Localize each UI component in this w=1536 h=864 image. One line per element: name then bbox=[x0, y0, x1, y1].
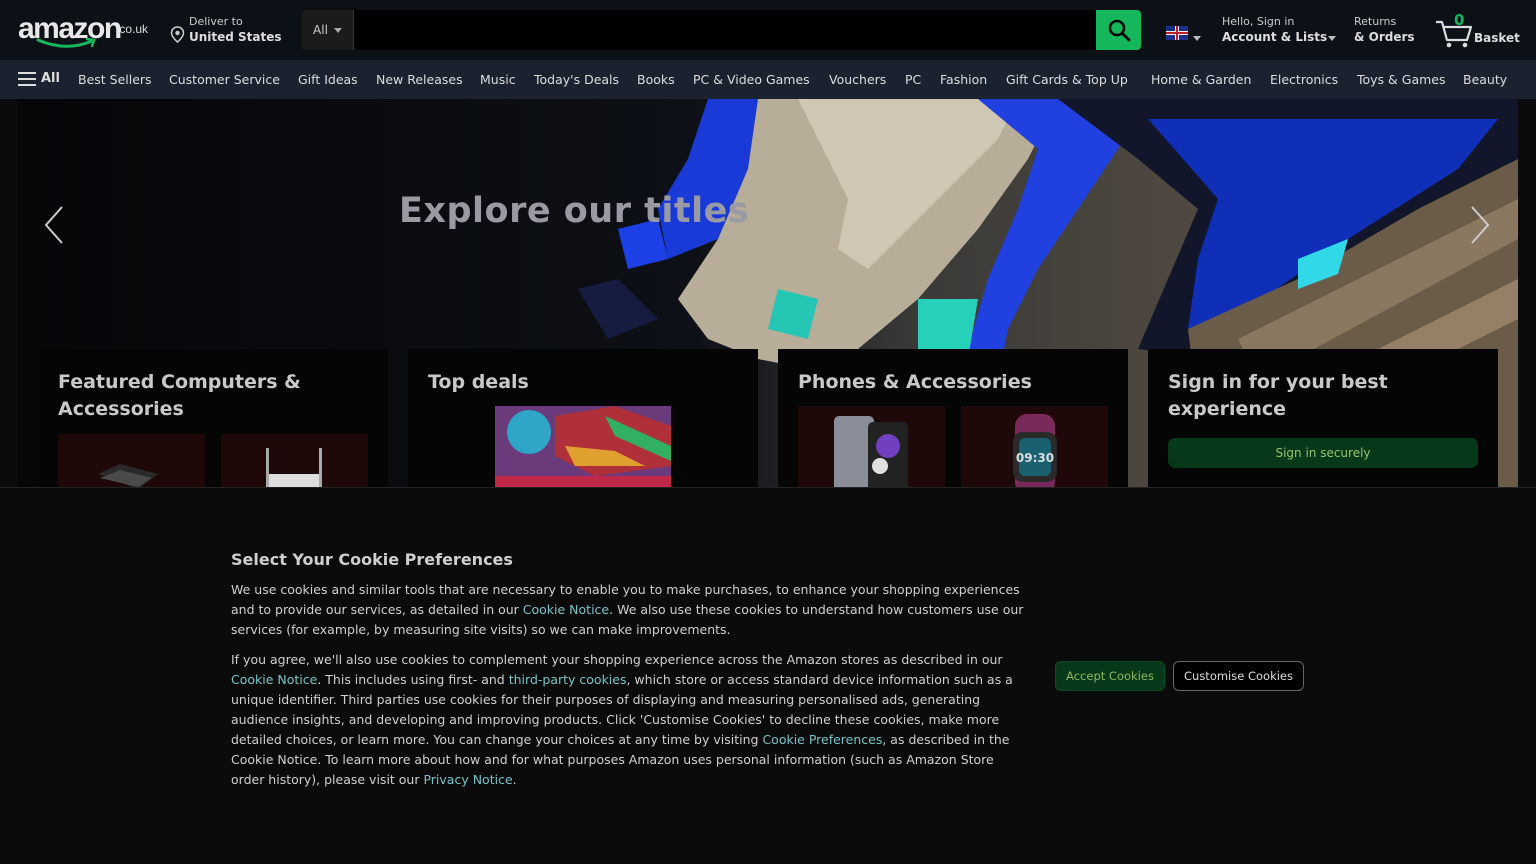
nav-item-books[interactable]: Books bbox=[637, 72, 675, 87]
svg-text:09:30: 09:30 bbox=[1016, 451, 1054, 465]
chevron-down-icon bbox=[1328, 36, 1336, 41]
returns-and-orders[interactable]: Returns & Orders bbox=[1354, 14, 1424, 48]
accept-cookies-button[interactable]: Accept Cookies bbox=[1055, 661, 1165, 691]
privacy-notice-link[interactable]: Privacy Notice bbox=[423, 772, 512, 787]
language-selector[interactable] bbox=[1166, 24, 1204, 44]
nav-item-electronics[interactable]: Electronics bbox=[1270, 72, 1338, 87]
chevron-down-icon bbox=[1193, 36, 1201, 41]
cookie-notice-link[interactable]: Cookie Notice bbox=[523, 602, 609, 617]
search-icon bbox=[1108, 19, 1130, 42]
returns-label: Returns bbox=[1354, 15, 1397, 28]
product-thumbnail-smartwatch[interactable]: 09:30 bbox=[961, 406, 1108, 487]
card-title: Phones & Accessories bbox=[798, 371, 1032, 393]
hamburger-icon bbox=[18, 71, 36, 86]
deliver-label: Deliver to bbox=[189, 15, 243, 28]
cookie-title: Select Your Cookie Preferences bbox=[231, 550, 513, 569]
cookie-text: . This includes using first- and bbox=[317, 672, 509, 687]
third-party-cookies-link[interactable]: third-party cookies bbox=[509, 672, 627, 687]
nav-item-best-sellers[interactable]: Best Sellers bbox=[78, 72, 152, 87]
card-sign-in: Sign in for your best experience Sign in… bbox=[1148, 349, 1498, 487]
logo-tld: .co.uk bbox=[116, 22, 149, 36]
hero-edge-right bbox=[1518, 99, 1536, 487]
hero-edge-left bbox=[0, 99, 18, 487]
all-menu-button[interactable]: All bbox=[18, 71, 60, 86]
card-phones-accessories: Phones & Accessories 09:30 bbox=[778, 349, 1128, 487]
search-category-dropdown[interactable]: All bbox=[302, 10, 354, 50]
orders-label: & Orders bbox=[1354, 30, 1415, 44]
account-and-lists[interactable]: Hello, Sign in Account & Lists bbox=[1222, 14, 1340, 48]
search-bar: All bbox=[302, 10, 1141, 50]
nav-item-vouchers[interactable]: Vouchers bbox=[829, 72, 886, 87]
sign-in-securely-button[interactable]: Sign in securely bbox=[1168, 438, 1478, 468]
carousel-prev-icon[interactable] bbox=[40, 203, 68, 247]
product-thumbnail-phone[interactable] bbox=[798, 406, 945, 487]
nav-item-pc[interactable]: PC bbox=[905, 72, 921, 87]
logo-smile-icon bbox=[36, 38, 96, 48]
search-input[interactable] bbox=[354, 10, 1096, 50]
product-thumbnail-router[interactable] bbox=[221, 434, 368, 487]
nav-item-todays-deals[interactable]: Today's Deals bbox=[534, 72, 619, 87]
top-navbar: amazon .co.uk Deliver to United States A… bbox=[0, 0, 1536, 60]
nav-item-customer-service[interactable]: Customer Service bbox=[169, 72, 280, 87]
carousel-next-icon[interactable] bbox=[1466, 203, 1494, 247]
customise-cookies-button[interactable]: Customise Cookies bbox=[1173, 661, 1304, 691]
cookie-consent-banner: Select Your Cookie Preferences We use co… bbox=[0, 487, 1536, 864]
cookie-text: If you agree, we'll also use cookies to … bbox=[231, 652, 1003, 667]
chevron-down-icon bbox=[333, 27, 342, 33]
hero-headline: Explore our titles bbox=[399, 191, 750, 231]
deliver-to-location[interactable]: Deliver to United States bbox=[170, 14, 288, 48]
nav-item-gift-ideas[interactable]: Gift Ideas bbox=[298, 72, 358, 87]
nav-item-gift-cards[interactable]: Gift Cards & Top Up bbox=[1006, 72, 1128, 87]
nav-item-toys-games[interactable]: Toys & Games bbox=[1357, 72, 1446, 87]
location-pin-icon bbox=[170, 26, 185, 43]
search-category-label: All bbox=[313, 23, 328, 37]
nav-item-music[interactable]: Music bbox=[480, 72, 516, 87]
deliver-country: United States bbox=[189, 30, 282, 44]
uk-flag-icon bbox=[1166, 26, 1188, 40]
card-featured-computers: Featured Computers & Accessories bbox=[38, 349, 388, 487]
card-top-deals: Top deals bbox=[408, 349, 758, 487]
account-lists-label: Account & Lists bbox=[1222, 30, 1328, 44]
card-title: Sign in for your best experience bbox=[1168, 371, 1388, 420]
cookie-text: . bbox=[512, 772, 517, 787]
basket-button[interactable]: 0 Basket bbox=[1434, 10, 1528, 50]
all-menu-label: All bbox=[41, 71, 60, 86]
search-button[interactable] bbox=[1096, 10, 1141, 50]
nav-item-new-releases[interactable]: New Releases bbox=[376, 72, 463, 87]
deal-thumbnail-image[interactable] bbox=[495, 406, 671, 487]
nav-item-home-garden[interactable]: Home & Garden bbox=[1151, 72, 1251, 87]
basket-icon bbox=[1436, 20, 1473, 48]
amazon-logo[interactable]: amazon .co.uk bbox=[16, 12, 154, 50]
nav-item-fashion[interactable]: Fashion bbox=[940, 72, 987, 87]
nav-item-beauty[interactable]: Beauty bbox=[1463, 72, 1507, 87]
account-greeting: Hello, Sign in bbox=[1222, 15, 1295, 28]
nav-item-pc-video-games[interactable]: PC & Video Games bbox=[693, 72, 810, 87]
card-title: Top deals bbox=[428, 371, 529, 393]
product-thumbnail-laptop[interactable] bbox=[58, 434, 205, 487]
cookie-paragraph-1: We use cookies and similar tools that ar… bbox=[231, 580, 1031, 640]
cookie-preferences-link[interactable]: Cookie Preferences bbox=[762, 732, 882, 747]
card-title: Featured Computers & Accessories bbox=[58, 371, 301, 420]
basket-label: Basket bbox=[1474, 31, 1520, 45]
hero-carousel: Explore our titles Featured Computers & … bbox=[0, 99, 1536, 487]
department-navbar: All Best Sellers Customer Service Gift I… bbox=[0, 60, 1536, 99]
cookie-paragraph-2: If you agree, we'll also use cookies to … bbox=[231, 650, 1031, 790]
cookie-notice-link[interactable]: Cookie Notice bbox=[231, 672, 317, 687]
